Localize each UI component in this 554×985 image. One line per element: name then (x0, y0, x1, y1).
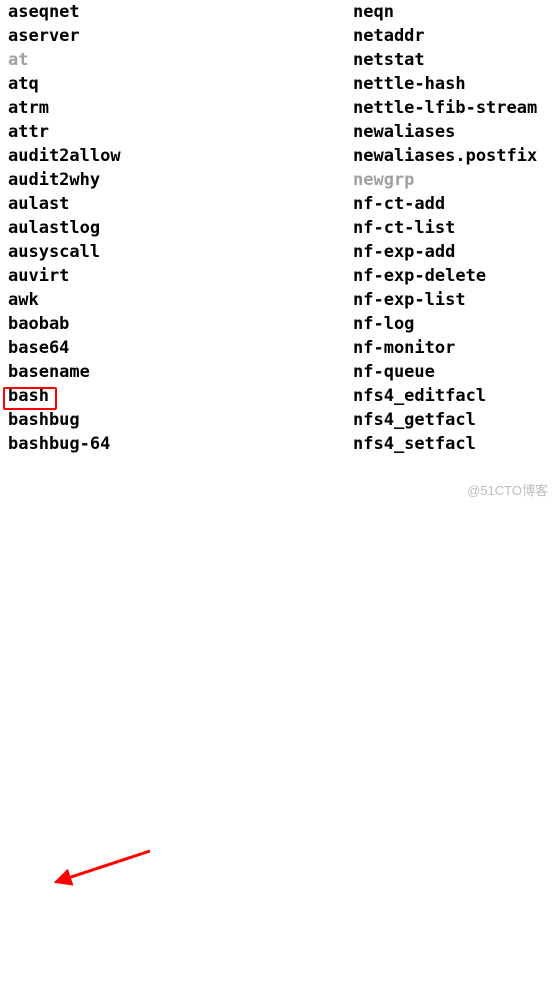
command-entry: neqn (353, 0, 546, 24)
annotation-arrow-icon (0, 480, 554, 985)
command-entry: at (8, 48, 353, 72)
command-entry: nettle-hash (353, 72, 546, 96)
command-entry: nf-monitor (353, 336, 546, 360)
command-entry: nf-exp-list (353, 288, 546, 312)
command-entry: netaddr (353, 24, 546, 48)
command-entry: aulast (8, 192, 353, 216)
command-entry: basename (8, 360, 353, 384)
command-entry: bashbug (8, 408, 353, 432)
watermark: @51CTO博客 (467, 480, 548, 499)
command-entry: nettle-lfib-stream (353, 96, 546, 120)
command-entry: ausyscall (8, 240, 353, 264)
command-entry: auvirt (8, 264, 353, 288)
command-entry: nf-queue (353, 360, 546, 384)
command-entry (8, 456, 353, 480)
command-entry: awk (8, 288, 353, 312)
command-entry: base64 (8, 336, 353, 360)
command-entry: nf-exp-add (353, 240, 546, 264)
command-entry: bash (8, 384, 353, 408)
command-entry: newgrp (353, 168, 546, 192)
command-entry: baobab (8, 312, 353, 336)
command-entry: nf-ct-add (353, 192, 546, 216)
column-left: aseqnetaserveratatqatrmattraudit2allowau… (8, 0, 353, 480)
command-entry: netstat (353, 48, 546, 72)
command-entry: bashbug-64 (8, 432, 353, 456)
command-entry: aseqnet (8, 0, 353, 24)
command-entry: newaliases (353, 120, 546, 144)
terminal-output: aseqnetaserveratatqatrmattraudit2allowau… (0, 0, 554, 480)
command-entry: attr (8, 120, 353, 144)
column-right: neqnnetaddrnetstatnettle-hashnettle-lfib… (353, 0, 546, 480)
command-entry: nfs4_editfacl (353, 384, 546, 408)
arrow-line (65, 851, 150, 879)
command-entry: nfs4_setfacl (353, 432, 546, 456)
command-entry: aserver (8, 24, 353, 48)
command-entry (353, 456, 546, 480)
command-entry: atq (8, 72, 353, 96)
command-entry: audit2allow (8, 144, 353, 168)
command-entry: nf-exp-delete (353, 264, 546, 288)
command-entry: nf-log (353, 312, 546, 336)
command-entry: newaliases.postfix (353, 144, 546, 168)
command-entry: audit2why (8, 168, 353, 192)
command-entry: nfs4_getfacl (353, 408, 546, 432)
command-entry: aulastlog (8, 216, 353, 240)
command-entry: nf-ct-list (353, 216, 546, 240)
command-entry: atrm (8, 96, 353, 120)
